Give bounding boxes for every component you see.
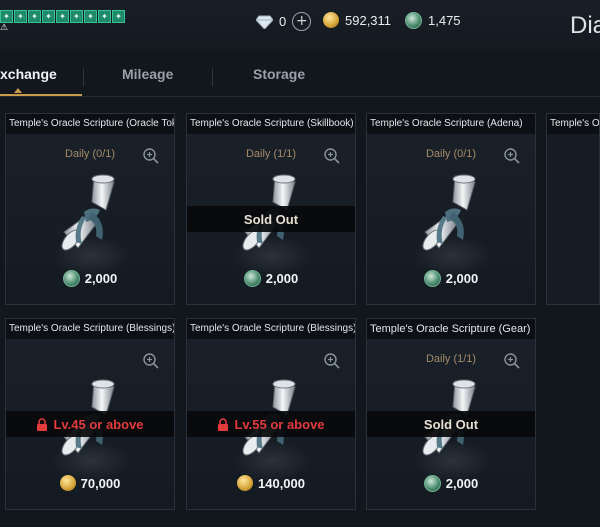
buff-icon[interactable]: ✦: [70, 10, 83, 23]
diamond-count: 0: [279, 14, 287, 29]
buff-icon[interactable]: ✦: [28, 10, 41, 23]
shop-item-card[interactable]: Temple's Oracle Scripture (Adena) Daily …: [366, 113, 536, 305]
scroll-icon: [58, 174, 115, 254]
price-value: 2,000: [84, 271, 118, 286]
tab-bar: xchange Mileage Storage: [0, 56, 600, 96]
level-lock-banner: Lv.45 or above: [6, 411, 174, 437]
item-price: 140,000: [187, 475, 355, 491]
buff-icon[interactable]: ✦: [84, 10, 97, 23]
tab-divider: [212, 68, 213, 86]
item-title: Temple's Oracle Scripture (Skillbook): [187, 114, 355, 134]
shop-item-card[interactable]: Temple's Oracle Scripture (Gear) Daily (…: [366, 318, 536, 510]
zoom-icon[interactable]: [323, 147, 341, 165]
banner-text: Lv.45 or above: [53, 416, 144, 432]
banner-text: Sold Out: [423, 416, 479, 432]
page-title: Dia: [570, 12, 600, 39]
gem-coin-icon: [423, 270, 441, 287]
buff-icon[interactable]: ✦: [42, 10, 55, 23]
adena-coin-icon: [59, 475, 76, 491]
sold-out-banner: Sold Out: [187, 206, 355, 232]
item-price: 2,000: [367, 475, 535, 492]
shop-item-card[interactable]: Temple's Oracle Scripture (Blessings) Lv…: [186, 318, 356, 510]
adena-count: 592,311: [345, 12, 392, 28]
buff-icon[interactable]: ✦: [112, 10, 125, 23]
item-price: 70,000: [6, 475, 174, 491]
top-bar: ✦ ✦ ✦ ✦ ✦ ✦ ✦ ✦ ✦ ⚠ 0 + 592,311 1,475 Di…: [0, 0, 600, 50]
item-price: 2,000: [367, 270, 535, 287]
lock-icon: [36, 417, 49, 431]
zoom-icon[interactable]: [142, 352, 160, 370]
tab-divider: [83, 68, 84, 86]
item-title: Temple's Oracle Scripture (Oracle Token): [6, 114, 174, 134]
sold-out-banner: Sold Out: [367, 411, 535, 437]
scroll-icon: [419, 174, 476, 254]
add-diamonds-button[interactable]: +: [292, 12, 312, 31]
buff-icon[interactable]: ✦: [0, 10, 13, 23]
item-title: Temple's O: [547, 114, 599, 134]
level-lock-banner: Lv.55 or above: [187, 411, 355, 437]
diamond-currency: 0 +: [256, 12, 312, 31]
price-value: 70,000: [80, 475, 121, 491]
active-tab-caret-icon: [14, 88, 22, 93]
price-value: 2,000: [445, 271, 479, 286]
buff-icon[interactable]: ✦: [14, 10, 27, 23]
tab-storage[interactable]: Storage: [253, 66, 305, 82]
adena-coin-icon: [237, 475, 253, 491]
banner-text: Sold Out: [243, 211, 299, 227]
shop-item-card[interactable]: Temple's Oracle Scripture (Blessings) Lv…: [5, 318, 175, 510]
gem-coin-icon: [405, 12, 422, 29]
shop-item-card[interactable]: Temple's Oracle Scripture (Oracle Token)…: [5, 113, 175, 305]
gem-coin-icon: [243, 270, 261, 287]
item-title: Temple's Oracle Scripture (Gear): [367, 319, 535, 339]
coin-count: 1,475: [428, 13, 461, 28]
buff-icon[interactable]: ✦: [98, 10, 111, 23]
shop-item-card-partial[interactable]: Temple's O: [546, 113, 600, 305]
zoom-icon[interactable]: [503, 147, 521, 165]
shop-item-card[interactable]: Temple's Oracle Scripture (Skillbook) Da…: [186, 113, 356, 305]
tab-exchange[interactable]: xchange: [0, 66, 57, 82]
item-title: Temple's Oracle Scripture (Blessings): [187, 319, 355, 339]
price-value: 2,000: [445, 476, 479, 491]
tab-bar-divider: [0, 96, 600, 97]
coin-currency: 1,475: [405, 12, 461, 29]
tab-mileage[interactable]: Mileage: [122, 66, 173, 82]
item-title: Temple's Oracle Scripture (Blessings): [6, 319, 174, 339]
zoom-icon[interactable]: [503, 352, 521, 370]
gem-coin-icon: [423, 475, 441, 492]
price-value: 2,000: [265, 271, 299, 286]
adena-coin-icon: [323, 12, 339, 28]
diamond-icon: [256, 15, 273, 29]
gem-coin-icon: [62, 270, 80, 287]
lock-icon: [217, 417, 230, 431]
item-price: 2,000: [187, 270, 355, 287]
buff-bar: ✦ ✦ ✦ ✦ ✦ ✦ ✦ ✦ ✦: [0, 10, 125, 23]
buff-icon[interactable]: ✦: [56, 10, 69, 23]
adena-currency: 592,311: [323, 12, 391, 28]
zoom-icon[interactable]: [142, 147, 160, 165]
zoom-icon[interactable]: [323, 352, 341, 370]
item-title: Temple's Oracle Scripture (Adena): [367, 114, 535, 134]
banner-text: Lv.55 or above: [234, 416, 325, 432]
item-price: 2,000: [6, 270, 174, 287]
warning-icon[interactable]: ⚠: [0, 24, 9, 33]
price-value: 140,000: [258, 475, 305, 491]
